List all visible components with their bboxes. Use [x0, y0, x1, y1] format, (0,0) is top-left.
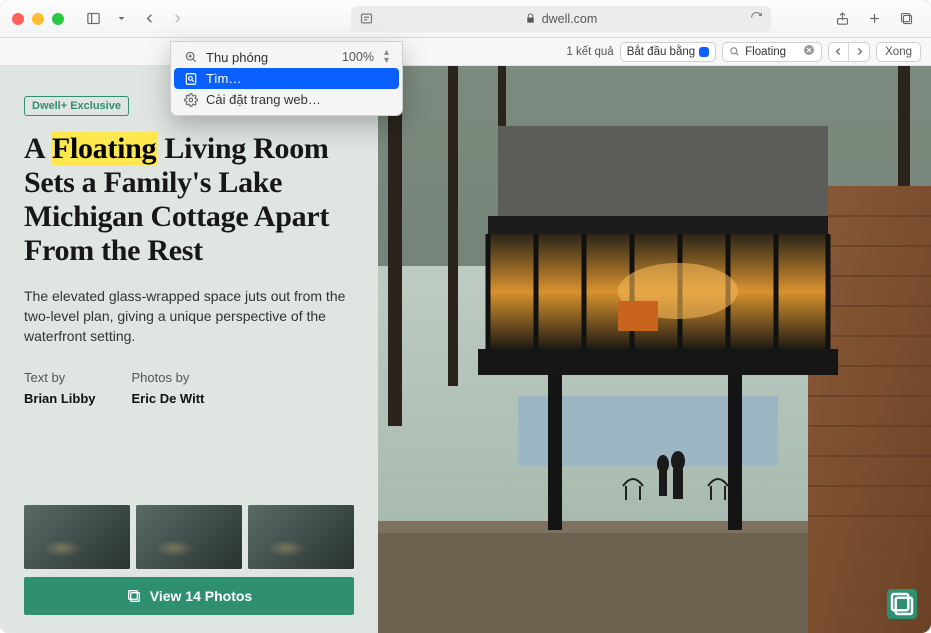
photo-thumbnails: View 14 Photos — [24, 505, 354, 615]
page-format-menu-button[interactable] — [359, 11, 374, 26]
exclusive-badge: Dwell+ Exclusive — [24, 96, 129, 116]
find-bar: 1 kết quả Bắt đầu bằng Floating Xong — [0, 38, 931, 66]
clear-search-button[interactable] — [803, 44, 815, 59]
new-tab-button[interactable] — [861, 7, 887, 31]
magnifier-plus-icon — [184, 50, 198, 64]
minimize-window-button[interactable] — [32, 13, 44, 25]
gallery-icon — [126, 588, 142, 604]
search-icon — [729, 46, 740, 57]
find-on-page-icon — [184, 72, 198, 86]
reload-button[interactable] — [750, 11, 763, 27]
thumbnail[interactable] — [136, 505, 242, 569]
article-deck: The elevated glass-wrapped space juts ou… — [24, 286, 354, 347]
find-next-button[interactable] — [849, 43, 869, 61]
find-result-count: 1 kết quả — [566, 46, 613, 58]
gallery-icon — [887, 589, 917, 619]
hero-image — [378, 66, 931, 633]
forward-button[interactable] — [164, 7, 190, 31]
text-by-label: Text by — [24, 370, 96, 385]
browser-toolbar: dwell.com — [0, 0, 931, 38]
page-format-dropdown: Thu phóng 100% ▴▾ Tìm… Cài đặt trang web… — [170, 41, 403, 116]
window-controls — [12, 13, 64, 25]
sidebar-menu-chevron-icon[interactable] — [114, 7, 128, 31]
find-mode-label: Bắt đầu bằng — [627, 46, 695, 58]
photos-by-label: Photos by — [132, 370, 205, 385]
website-settings-menu-item[interactable]: Cài đặt trang web… — [174, 89, 399, 110]
tab-overview-button[interactable] — [893, 7, 919, 31]
url-host: dwell.com — [542, 12, 598, 26]
find-search-field[interactable]: Floating — [722, 42, 822, 62]
zoom-stepper-icon[interactable]: ▴▾ — [384, 49, 389, 65]
sidebar-toggle-button[interactable] — [80, 7, 106, 31]
zoom-menu-item[interactable]: Thu phóng 100% ▴▾ — [174, 46, 399, 68]
article-headline: A Floating Living Room Sets a Family's L… — [24, 132, 354, 268]
byline: Text by Brian Libby Photos by Eric De Wi… — [24, 370, 354, 406]
lock-icon — [525, 13, 536, 24]
photos-by-author[interactable]: Eric De Witt — [132, 391, 205, 406]
share-button[interactable] — [829, 7, 855, 31]
zoom-window-button[interactable] — [52, 13, 64, 25]
find-mode-select[interactable]: Bắt đầu bằng — [620, 42, 716, 62]
thumbnail[interactable] — [248, 505, 354, 569]
view-photos-button[interactable]: View 14 Photos — [24, 577, 354, 615]
find-done-button[interactable]: Xong — [876, 42, 921, 62]
find-mode-chip-icon — [699, 47, 709, 57]
article-sidebar: Dwell+ Exclusive A Floating Living Room … — [0, 66, 378, 633]
expand-gallery-button[interactable] — [887, 589, 917, 619]
search-highlight: Floating — [51, 132, 157, 165]
find-nav-segment — [828, 42, 870, 62]
page-content: Dwell+ Exclusive A Floating Living Room … — [0, 66, 931, 633]
thumbnail[interactable] — [24, 505, 130, 569]
close-window-button[interactable] — [12, 13, 24, 25]
back-button[interactable] — [136, 7, 162, 31]
find-menu-item[interactable]: Tìm… — [174, 68, 399, 89]
find-prev-button[interactable] — [829, 43, 849, 61]
address-bar[interactable]: dwell.com — [351, 6, 771, 32]
find-query-text: Floating — [745, 46, 786, 58]
text-by-author[interactable]: Brian Libby — [24, 391, 96, 406]
gear-icon — [184, 93, 198, 107]
